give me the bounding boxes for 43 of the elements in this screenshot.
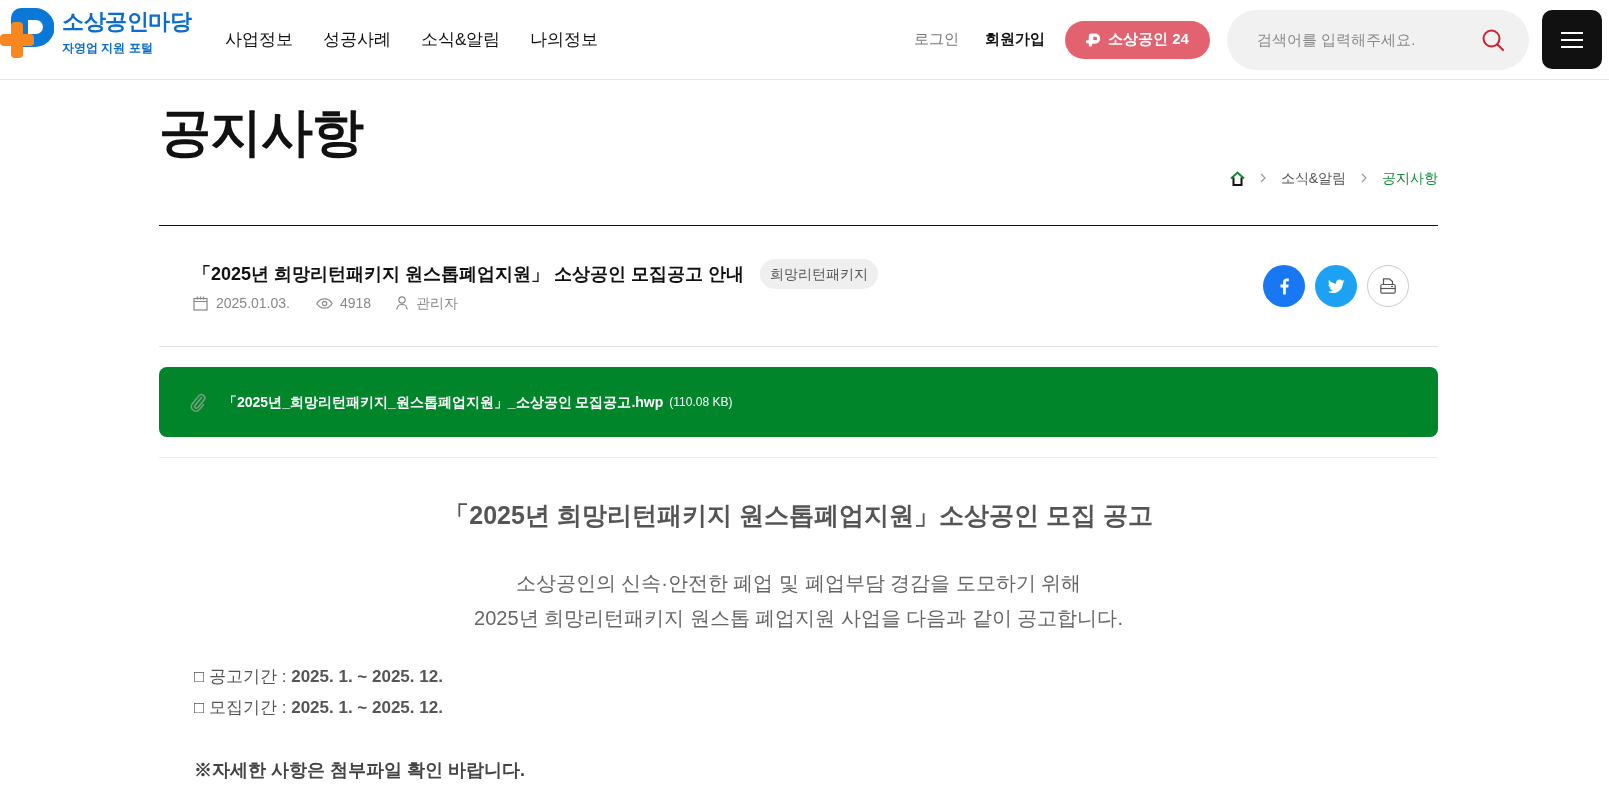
nav-link[interactable]: 나의정보 [530,26,599,53]
eye-icon [315,297,333,309]
home-icon[interactable] [1229,170,1245,186]
period-line: □ 공고기간 : 2025. 1. ~ 2025. 12. [194,666,443,688]
search-icon [1482,28,1504,51]
twitter-share-button[interactable] [1315,265,1357,307]
logo-icon[interactable] [0,7,54,58]
menu-icon [1561,31,1583,48]
menu-button[interactable] [1542,10,1602,69]
nav-link[interactable]: 사업정보 [225,26,293,53]
view-count: 4918 [339,294,372,313]
search-field[interactable]: 검색어를 입력해주세요. [1227,9,1529,70]
post-date: 2025.01.03. [216,294,290,313]
breadcrumb-link[interactable]: 공지사항 [1382,168,1438,188]
paperclip-icon [190,392,206,412]
login-link[interactable]: 로그인 [914,28,959,51]
notice-heading: 「2025년 희망리턴패키지 원스톱폐업지원」소상공인 모집 공고 [443,500,1154,531]
search-button[interactable] [1481,27,1505,52]
notice-note: ※자세한 사항은 첨부파일 확인 바랍니다. [193,759,526,782]
signup-link[interactable]: 회원가입 [985,28,1045,51]
nav-link[interactable]: 소식&알림 [421,26,501,53]
person-icon [396,296,409,310]
logo-subtitle[interactable]: 자영업 지원 포털 [62,41,191,56]
period-line: □ 모집기간 : 2025. 1. ~ 2025. 12. [194,697,443,719]
facebook-share-button[interactable] [1263,265,1305,307]
chevron-icon [1361,173,1367,183]
logo-icon [1086,32,1101,47]
attachment-file-link[interactable]: 「2025년_희망리턴패키지_원스톱폐업지원」_소상공인 모집공고.hwp [223,391,664,413]
chevron-icon [1259,173,1266,183]
intro-paragraph: 소상공인의 신속·안전한 폐업 및 폐업부담 경감을 도모하기 위해 2025년 희망리턴패키지 원스톱 폐업지원 사업을 다음과 같이 공고합니다. [473,571,1124,631]
logo-title[interactable]: 소상공인마당 [62,9,191,35]
printer-icon [1380,278,1396,294]
facebook-icon [1279,277,1289,295]
print-button[interactable] [1367,265,1409,307]
post-title: 「2025년 희망리턴패키지 원스톱폐업지원」 소상공인 모집공고 안내 [193,262,745,286]
breadcrumb-link[interactable]: 소식&알림 [1280,168,1346,188]
calendar-icon [193,295,208,311]
nav-link[interactable]: 성공사례 [323,26,391,53]
author-name: 관리자 [416,294,459,313]
category-tag: 희망리턴패키지 [760,259,879,289]
page-title: 공지사항 [159,106,365,158]
bird-icon [1327,279,1345,293]
file-size: (110.08 KB) [669,394,733,411]
